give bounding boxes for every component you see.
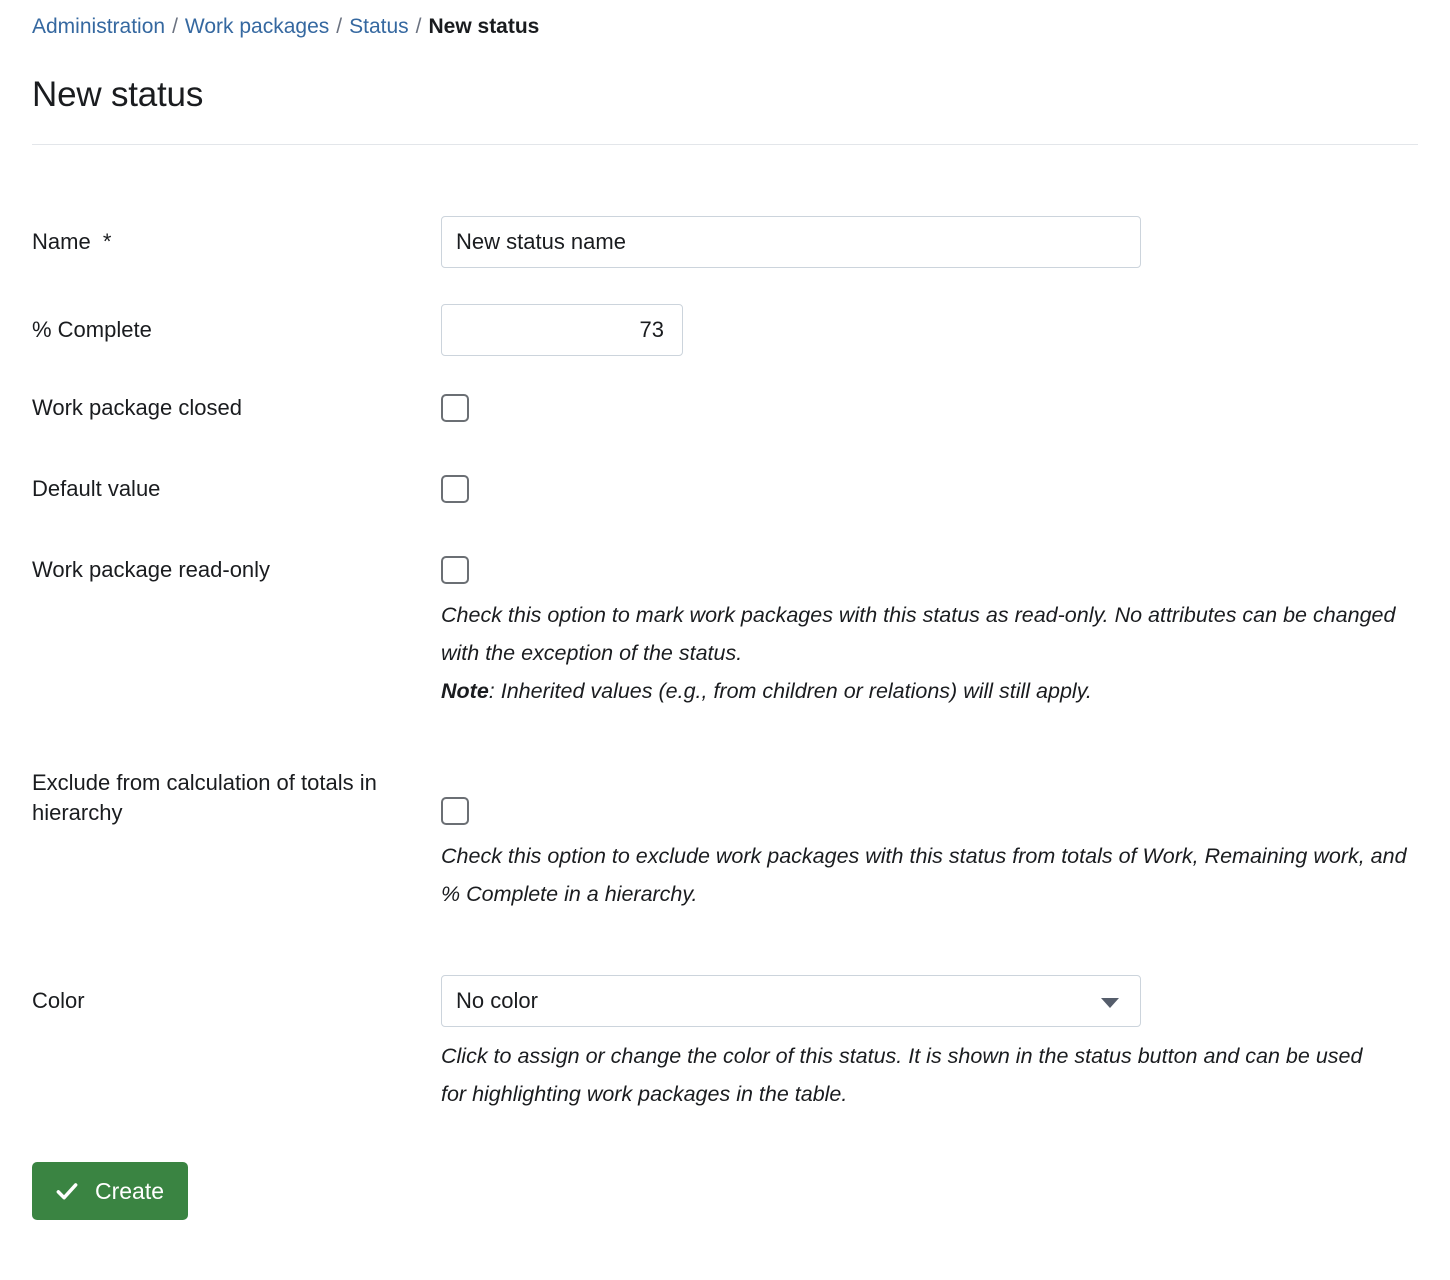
breadcrumb-item-new-status-current: New status <box>429 15 540 38</box>
form-row-default-value: Default value <box>32 473 1418 504</box>
exclude-from-totals-checkbox[interactable] <box>441 797 469 825</box>
exclude-from-totals-checkbox-wrap <box>441 767 1418 825</box>
form-row-work-package-closed: Work package closed <box>32 392 1418 423</box>
work-package-closed-checkbox[interactable] <box>441 394 469 422</box>
work-package-closed-label: Work package closed <box>32 392 441 423</box>
exclude-from-totals-control: Check this option to exclude work packag… <box>441 767 1418 913</box>
color-label: Color <box>32 975 441 1016</box>
name-label: Name * <box>32 216 441 257</box>
color-select-wrap: No color <box>441 975 1141 1027</box>
page-title: New status <box>32 74 1418 116</box>
exclude-from-totals-help: Check this option to exclude work packag… <box>441 837 1407 913</box>
check-icon <box>54 1178 80 1204</box>
form-row-color: Color No color Click to assign or change… <box>32 975 1418 1113</box>
breadcrumb-separator: / <box>172 15 178 38</box>
default-value-checkbox[interactable] <box>441 475 469 503</box>
read-only-help-line1: Check this option to mark work packages … <box>441 603 1395 665</box>
breadcrumb-item-status[interactable]: Status <box>349 15 409 38</box>
breadcrumb-separator: / <box>416 15 422 38</box>
exclude-from-totals-label: Exclude from calculation of totals in hi… <box>32 767 441 828</box>
percent-complete-control <box>441 304 1418 356</box>
color-help: Click to assign or change the color of t… <box>441 1037 1391 1113</box>
new-status-form: Name * % Complete Work package closed De… <box>32 216 1418 1220</box>
work-package-read-only-help: Check this option to mark work packages … <box>441 596 1407 710</box>
default-value-control <box>441 473 1418 503</box>
color-control: No color Click to assign or change the c… <box>441 975 1418 1113</box>
title-divider <box>32 144 1418 145</box>
create-button[interactable]: Create <box>32 1162 188 1220</box>
breadcrumb: Administration / Work packages / Status / New … <box>32 0 1418 42</box>
name-control <box>441 216 1418 268</box>
work-package-closed-control <box>441 392 1418 422</box>
create-button-label: Create <box>95 1177 164 1205</box>
name-label-text: Name <box>32 229 91 254</box>
form-row-name: Name * <box>32 216 1418 268</box>
default-value-label: Default value <box>32 473 441 504</box>
percent-complete-input[interactable] <box>441 304 683 356</box>
percent-complete-label: % Complete <box>32 304 441 345</box>
work-package-read-only-label: Work package read-only <box>32 554 441 585</box>
work-package-read-only-checkbox-wrap <box>441 554 1418 584</box>
work-package-read-only-control: Check this option to mark work packages … <box>441 554 1418 710</box>
required-marker: * <box>103 229 112 254</box>
read-only-help-note-rest: : Inherited values (e.g., from children … <box>489 679 1092 703</box>
form-actions: Create <box>32 1162 1418 1220</box>
admin-new-status-page: Administration / Work packages / Status / New … <box>0 0 1450 1280</box>
breadcrumb-item-administration[interactable]: Administration <box>32 15 165 38</box>
color-select[interactable]: No color <box>441 975 1141 1027</box>
form-row-percent-complete: % Complete <box>32 304 1418 356</box>
breadcrumb-separator: / <box>336 15 342 38</box>
name-input[interactable] <box>441 216 1141 268</box>
form-row-work-package-read-only: Work package read-only Check this option… <box>32 554 1418 710</box>
work-package-read-only-checkbox[interactable] <box>441 556 469 584</box>
breadcrumb-item-work-packages[interactable]: Work packages <box>185 15 329 38</box>
read-only-help-note-label: Note <box>441 679 489 703</box>
form-row-exclude-from-totals: Exclude from calculation of totals in hi… <box>32 767 1418 913</box>
